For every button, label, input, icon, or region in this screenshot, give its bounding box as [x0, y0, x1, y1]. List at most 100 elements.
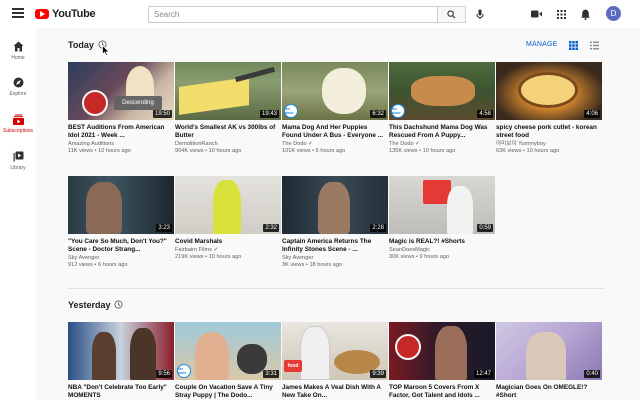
- video-title[interactable]: Mama Dog And Her Puppies Found Under A B…: [282, 124, 388, 140]
- butter-block: [179, 77, 249, 115]
- video-card[interactable]: 3:23 "You Care So Much, Don't You?" Scen…: [68, 176, 174, 269]
- video-card[interactable]: 9:56 NBA "Don't Celebrate Too Early" MOM…: [68, 322, 174, 400]
- compass-icon: [13, 77, 23, 88]
- video-meta: 904K views • 10 hours ago: [175, 148, 242, 154]
- person-in-vest-figure: [213, 180, 241, 234]
- video-thumbnail[interactable]: 9:56: [68, 322, 174, 380]
- verified-icon: ✔: [308, 141, 313, 147]
- sidebar-item-label: Explore: [9, 91, 27, 97]
- video-card[interactable]: 0:40 Magician Goes On OMEGLE!? #Short: [496, 322, 602, 400]
- video-title[interactable]: Magic is REAL?! #Shorts: [389, 238, 495, 246]
- notifications-bell-icon[interactable]: [579, 8, 591, 20]
- top-bar: YouTube Search D: [0, 0, 640, 28]
- video-card[interactable]: 12:47 TOP Maroon 5 Covers From X Factor,…: [389, 322, 495, 400]
- video-title[interactable]: James Makes A Veal Dish With A New Take …: [282, 384, 388, 400]
- chef-figure: [300, 326, 330, 380]
- video-card[interactable]: the dodo 6:32 Mama Dog And Her Puppies F…: [282, 62, 388, 155]
- list-view-icon[interactable]: [590, 41, 599, 50]
- video-duration: 3:31: [263, 370, 279, 378]
- grid-view-icon[interactable]: [569, 41, 578, 50]
- youtube-play-icon: [35, 9, 49, 19]
- search-icon: [447, 10, 456, 19]
- video-thumbnail[interactable]: 19:50: [68, 62, 174, 120]
- video-thumbnail[interactable]: 0:59: [389, 176, 495, 234]
- create-video-icon[interactable]: [530, 8, 542, 20]
- video-thumbnail[interactable]: 4:06: [496, 62, 602, 120]
- verified-icon: ✔: [415, 141, 420, 147]
- youtube-logo[interactable]: YouTube: [35, 8, 96, 20]
- puppies-figure: [411, 76, 475, 106]
- actor-figure: [86, 182, 122, 234]
- sidebar-item-explore[interactable]: Explore: [0, 74, 36, 110]
- video-thumbnail[interactable]: 3:23: [68, 176, 174, 234]
- sidebar-item-label: Subscriptions: [2, 128, 33, 134]
- video-title[interactable]: Covid Marshals: [175, 238, 281, 246]
- actor-figure: [318, 182, 350, 234]
- video-title[interactable]: spicy cheese pork cutlet - korean street…: [496, 124, 602, 140]
- video-thumbnail[interactable]: the dodo 6:32: [282, 62, 388, 120]
- video-thumbnail[interactable]: food 9:39: [282, 322, 388, 380]
- channel-name[interactable]: Amazing Auditions: [68, 141, 174, 148]
- sidebar-item-label: Library: [10, 165, 26, 171]
- dog-figure: [322, 68, 366, 114]
- video-duration: 4:06: [584, 110, 600, 118]
- microphone-icon[interactable]: [474, 8, 486, 20]
- channel-name[interactable]: Fairbairn Films ✔: [175, 247, 281, 254]
- video-meta: 63K views • 10 hours ago: [496, 148, 560, 154]
- channel-name[interactable]: Sky Avenger: [282, 255, 388, 262]
- clock-icon[interactable]: [114, 300, 123, 309]
- american-idol-logo: [82, 90, 108, 116]
- channel-name[interactable]: Sky Avenger: [68, 255, 174, 262]
- video-meta: 912 views • 6 hours ago: [68, 262, 128, 268]
- search-button[interactable]: [438, 6, 466, 23]
- channel-name[interactable]: The Dodo ✔: [282, 141, 388, 148]
- manage-link[interactable]: MANAGE: [526, 41, 558, 48]
- video-thumbnail[interactable]: 0:40: [496, 322, 602, 380]
- sidebar-item-home[interactable]: Home: [0, 38, 36, 74]
- video-card[interactable]: 2:32 Covid Marshals Fairbairn Films ✔ 21…: [175, 176, 281, 261]
- video-card[interactable]: 4:06 spicy cheese pork cutlet - korean s…: [496, 62, 602, 155]
- hamburger-menu-icon[interactable]: [12, 8, 24, 18]
- video-title[interactable]: Couple On Vacation Save A Tiny Stray Pup…: [175, 384, 281, 400]
- video-thumbnail[interactable]: 19:43: [175, 62, 281, 120]
- home-icon: [13, 41, 23, 52]
- video-card[interactable]: the dodo 4:58 This Dachshund Mama Dog Wa…: [389, 62, 495, 155]
- video-thumbnail[interactable]: 2:28: [282, 176, 388, 234]
- video-title[interactable]: Captain America Returns The Infinity Sto…: [282, 238, 388, 254]
- video-thumbnail[interactable]: the dodo 4:58: [389, 62, 495, 120]
- video-title[interactable]: BEST Auditions From American Idol 2021 -…: [68, 124, 174, 140]
- video-meta: 3K views • 18 hours ago: [282, 262, 343, 268]
- library-icon: [13, 151, 23, 162]
- video-card[interactable]: 19:43 World's Smallest AK vs 300lbs of B…: [175, 62, 281, 155]
- sidebar-item-library[interactable]: Library: [0, 148, 36, 184]
- video-title[interactable]: NBA "Don't Celebrate Too Early" MOMENTS: [68, 384, 174, 400]
- avatar[interactable]: D: [606, 6, 621, 21]
- channel-name[interactable]: SeanDoesMagic: [389, 247, 495, 254]
- person-figure: [195, 332, 229, 380]
- video-card[interactable]: the dodo 3:31 Couple On Vacation Save A …: [175, 322, 281, 400]
- video-duration: 3:23: [156, 224, 172, 232]
- video-thumbnail[interactable]: the dodo 3:31: [175, 322, 281, 380]
- sidebar: Home Explore Subscriptions Library: [0, 28, 36, 400]
- search-input[interactable]: Search: [148, 6, 438, 23]
- video-title[interactable]: "You Care So Much, Don't You?" Scene - D…: [68, 238, 174, 254]
- video-thumbnail[interactable]: 2:32: [175, 176, 281, 234]
- magician-figure: [447, 186, 473, 234]
- video-card[interactable]: food 9:39 James Makes A Veal Dish With A…: [282, 322, 388, 400]
- channel-name[interactable]: The Dodo ✔: [389, 141, 495, 148]
- video-title[interactable]: World's Smallest AK vs 300lbs of Butter: [175, 124, 281, 140]
- verified-icon: ✔: [213, 247, 219, 253]
- apps-icon[interactable]: [555, 8, 567, 20]
- video-title[interactable]: TOP Maroon 5 Covers From X Factor, Got T…: [389, 384, 495, 400]
- channel-name[interactable]: DemolitionRanch: [175, 141, 281, 148]
- sidebar-item-subscriptions[interactable]: Subscriptions: [0, 111, 36, 147]
- video-thumbnail[interactable]: 12:47: [389, 322, 495, 380]
- video-card[interactable]: 0:59 Magic is REAL?! #Shorts SeanDoesMag…: [389, 176, 495, 261]
- magician-figure: [526, 332, 566, 380]
- video-card[interactable]: 2:28 Captain America Returns The Infinit…: [282, 176, 388, 269]
- cutlet-figure: [518, 72, 578, 108]
- video-title[interactable]: This Dachshund Mama Dog Was Rescued From…: [389, 124, 495, 140]
- channel-name[interactable]: 야미보이 Yummyboy: [496, 141, 602, 148]
- section-divider: [68, 288, 604, 289]
- video-title[interactable]: Magician Goes On OMEGLE!? #Short: [496, 384, 602, 400]
